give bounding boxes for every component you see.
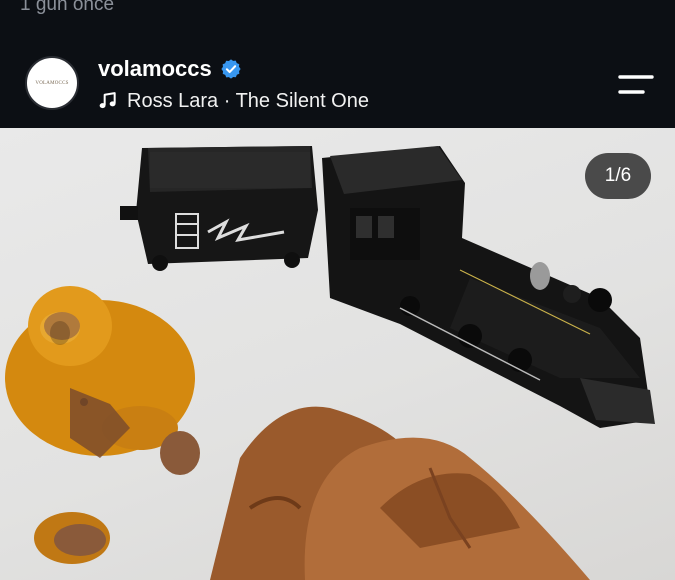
previous-post-timestamp: 1 gün önce: [20, 0, 115, 15]
music-artist: Ross Lara: [127, 89, 219, 112]
song-label: Ross Lara · The Silent One: [127, 90, 369, 113]
music-separator: ·: [218, 89, 236, 112]
toy-train-tender: [120, 146, 318, 271]
profile-avatar[interactable]: VOLAMOCCS: [25, 56, 79, 110]
leather-moccasins: [210, 406, 590, 580]
avatar-logo: VOLAMOCCS: [35, 80, 69, 86]
username-row: volamoccs: [98, 56, 242, 82]
post-media-image[interactable]: 1/6: [0, 128, 675, 580]
teddy-bear: [5, 286, 200, 564]
menu-icon[interactable]: [617, 73, 655, 97]
music-row[interactable]: Ross Lara · The Silent One: [98, 88, 369, 114]
media-counter-badge: 1/6: [585, 153, 651, 199]
post-header: VOLAMOCCS volamoccs Ross Lara · The Sile…: [0, 40, 675, 128]
product-photo: [5, 146, 655, 580]
verified-badge-icon: [221, 59, 241, 79]
music-track: The Silent One: [235, 89, 369, 112]
music-note-icon: [99, 92, 116, 109]
username[interactable]: volamoccs: [98, 56, 212, 82]
